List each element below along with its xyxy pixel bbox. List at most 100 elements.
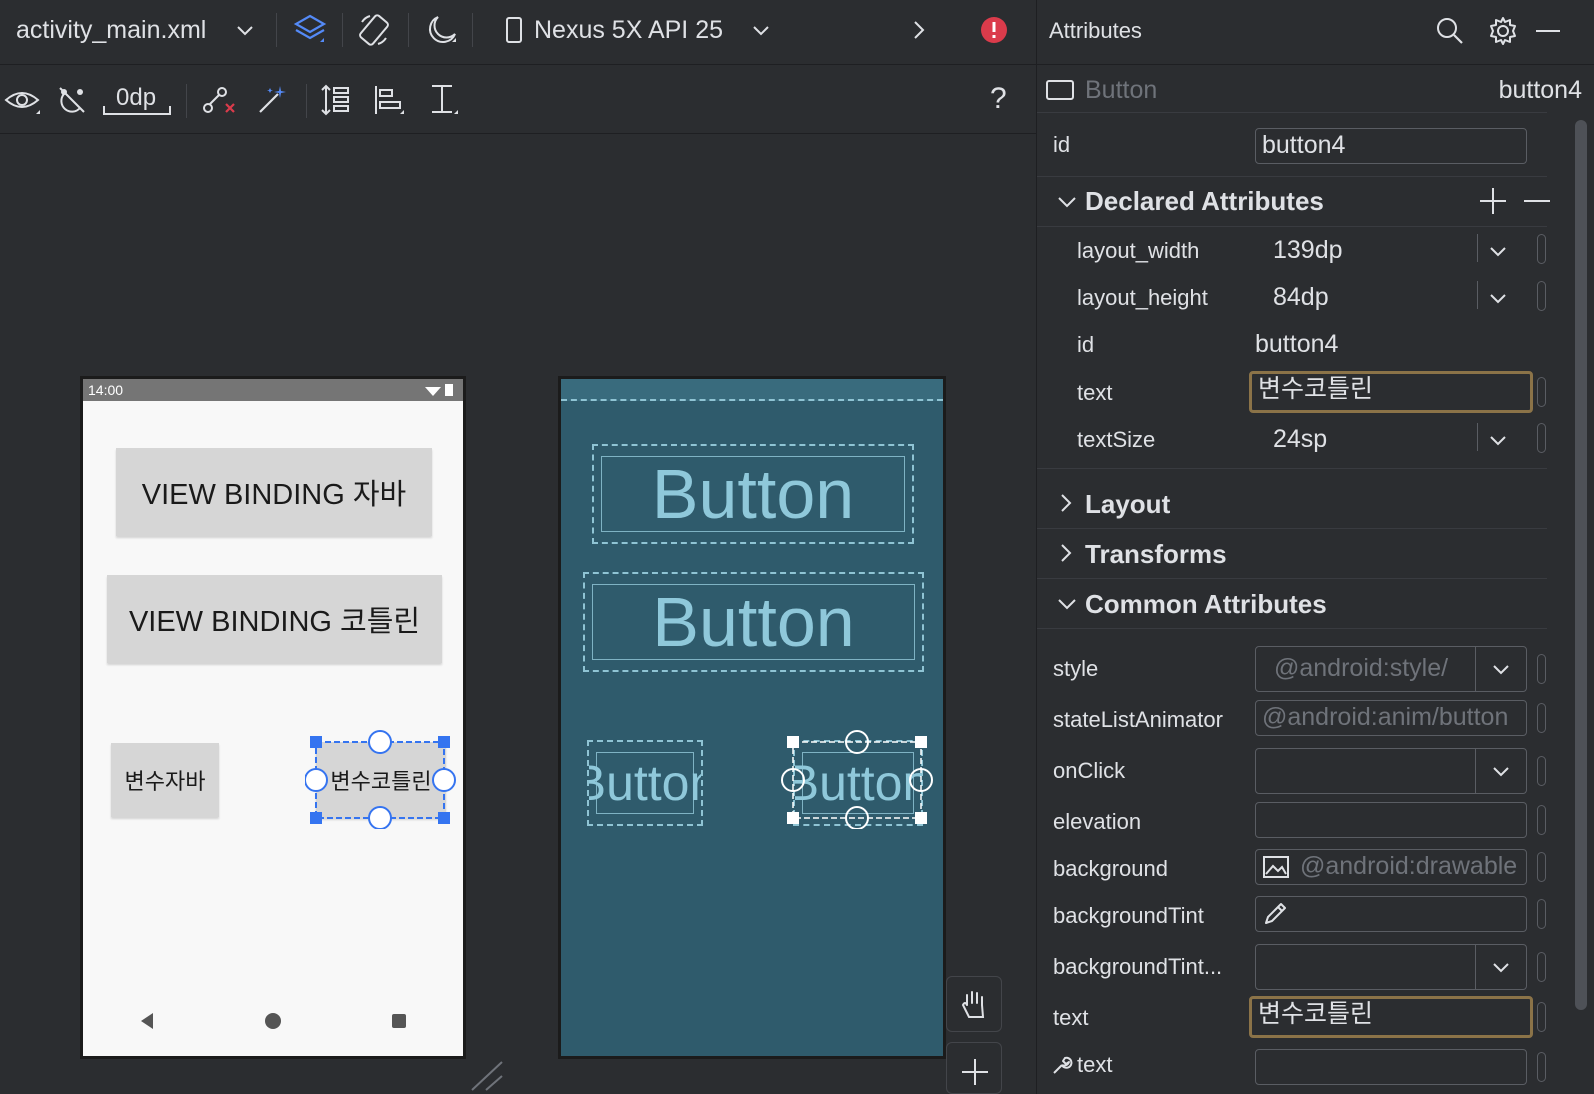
align-icon[interactable] <box>372 82 408 118</box>
hand-icon <box>961 991 985 1018</box>
background-field[interactable]: @android:drawable <box>1255 849 1527 885</box>
autoconnect-off-icon[interactable] <box>56 84 88 116</box>
chevron-right-icon[interactable] <box>912 20 926 40</box>
image-icon[interactable] <box>1262 855 1290 879</box>
layout-section-header[interactable]: Layout <box>1085 489 1170 520</box>
text-label: text <box>1077 380 1113 405</box>
elevation-label: elevation <box>1053 809 1142 834</box>
resource-picker-pill[interactable] <box>1537 1002 1546 1032</box>
background-value: @android:drawable <box>1300 852 1518 880</box>
layout-width-label: layout_width <box>1077 238 1200 263</box>
chevron-right-icon[interactable] <box>1059 493 1073 513</box>
background-tint-field[interactable] <box>1255 896 1527 932</box>
chevron-down-icon[interactable] <box>1057 597 1077 611</box>
gear-icon[interactable] <box>1488 16 1518 46</box>
background-tint-mode-label: backgroundTint... <box>1053 954 1223 979</box>
remove-attribute-icon[interactable] <box>1523 187 1551 215</box>
background-tint-mode-field[interactable] <box>1255 944 1527 990</box>
chevron-down-icon[interactable] <box>1057 195 1077 209</box>
resource-picker-pill[interactable] <box>1537 377 1546 407</box>
margin-indicator[interactable]: 0dp <box>100 84 174 116</box>
chevron-down-icon[interactable] <box>1492 766 1510 778</box>
component-id: button4 <box>1498 76 1582 104</box>
search-icon[interactable] <box>1435 16 1465 46</box>
style-field[interactable]: @android:style/ <box>1255 646 1527 692</box>
resource-picker-pill[interactable] <box>1537 281 1546 311</box>
zoom-in-button[interactable] <box>946 1042 1002 1094</box>
on-click-field[interactable] <box>1255 748 1527 794</box>
chevron-right-icon[interactable] <box>1059 543 1073 563</box>
panel-title: Attributes <box>1049 18 1142 43</box>
tools-text-field[interactable] <box>1255 1049 1527 1085</box>
chevron-down-icon[interactable] <box>752 24 770 38</box>
background-label: background <box>1053 856 1168 881</box>
resize-grip-icon[interactable] <box>468 1058 508 1094</box>
resource-picker-pill[interactable] <box>1537 756 1546 786</box>
view-binding-java-button[interactable]: VIEW BINDING 자바 <box>116 448 432 536</box>
resource-picker-pill[interactable] <box>1537 899 1546 929</box>
design-preview[interactable]: 14:00 VIEW BINDING 자바 VIEW BINDING 코틀린 변… <box>80 376 466 1059</box>
pack-icon[interactable] <box>318 82 354 118</box>
resource-picker-pill[interactable] <box>1537 805 1546 835</box>
file-name-selector[interactable]: activity_main.xml <box>16 16 206 45</box>
chevron-down-icon[interactable] <box>1489 293 1507 305</box>
chevron-down-icon[interactable] <box>1489 435 1507 447</box>
text-field[interactable]: 변수코틀린 <box>1249 371 1533 413</box>
night-mode-icon[interactable] <box>424 12 460 48</box>
declared-attributes-header[interactable]: Declared Attributes <box>1085 186 1324 217</box>
elevation-field[interactable] <box>1255 802 1527 838</box>
guidelines-icon[interactable] <box>426 82 462 118</box>
pan-button[interactable] <box>946 976 1002 1032</box>
state-list-animator-field[interactable]: @android:anim/button <box>1255 700 1527 736</box>
eyedropper-icon[interactable] <box>1262 901 1288 927</box>
chevron-down-icon[interactable] <box>236 24 254 38</box>
minimize-icon[interactable] <box>1533 16 1563 46</box>
id-field[interactable]: button4 <box>1255 128 1527 164</box>
add-attribute-icon[interactable] <box>1479 187 1507 215</box>
chevron-down-icon[interactable] <box>1492 962 1510 974</box>
device-icon[interactable] <box>504 16 524 44</box>
blueprint-button-1[interactable]: Button <box>592 444 914 544</box>
design-surface-layers-icon[interactable] <box>292 12 328 48</box>
resource-picker-pill[interactable] <box>1537 852 1546 882</box>
selection-handles[interactable] <box>781 729 941 829</box>
chevron-down-icon[interactable] <box>1492 664 1510 676</box>
button-label: Button <box>651 455 855 533</box>
text-size-value[interactable]: 24sp <box>1273 425 1327 454</box>
home-nav-icon <box>265 1013 281 1029</box>
chevron-down-icon[interactable] <box>1489 246 1507 258</box>
layout-height-value[interactable]: 84dp <box>1273 283 1329 312</box>
button-label: Button <box>652 583 855 661</box>
orientation-icon[interactable] <box>356 12 392 48</box>
attributes-panel: Attributes Button button4 id button4 Dec… <box>1036 0 1594 1094</box>
resource-picker-pill[interactable] <box>1537 654 1546 684</box>
view-binding-kotlin-button[interactable]: VIEW BINDING 코틀린 <box>107 575 442 663</box>
device-selector[interactable]: Nexus 5X API 25 <box>534 16 723 45</box>
common-text-field[interactable]: 변수코틀린 <box>1249 996 1533 1038</box>
blueprint-preview[interactable]: Button Button Button Button <box>558 376 946 1059</box>
infer-constraints-icon[interactable] <box>256 82 290 116</box>
error-icon[interactable] <box>980 16 1008 44</box>
button-label: 변수자바 <box>124 769 206 794</box>
clear-constraints-icon[interactable] <box>202 84 236 116</box>
resource-picker-pill[interactable] <box>1537 234 1546 264</box>
common-attributes-header[interactable]: Common Attributes <box>1085 589 1327 620</box>
button-label: VIEW BINDING 자바 <box>141 479 407 511</box>
id-value[interactable]: button4 <box>1255 330 1338 359</box>
resource-picker-pill[interactable] <box>1537 703 1546 733</box>
resource-picker-pill[interactable] <box>1537 952 1546 982</box>
variable-java-button[interactable]: 변수자바 <box>111 743 219 817</box>
layout-width-value[interactable]: 139dp <box>1273 236 1343 265</box>
layout-height-label: layout_height <box>1077 285 1208 310</box>
wifi-battery-icon <box>425 384 453 396</box>
blueprint-button-3[interactable]: Button <box>587 740 703 826</box>
resource-picker-pill[interactable] <box>1537 423 1546 453</box>
transforms-section-header[interactable]: Transforms <box>1085 539 1227 570</box>
help-button[interactable]: ? <box>990 82 1007 116</box>
resource-picker-pill[interactable] <box>1537 1052 1546 1082</box>
blueprint-button-2[interactable]: Button <box>583 572 924 672</box>
selection-handles[interactable] <box>305 729 465 829</box>
blueprint-status-bar <box>561 379 943 401</box>
eye-icon[interactable] <box>4 84 42 116</box>
scrollbar[interactable] <box>1575 120 1587 1010</box>
